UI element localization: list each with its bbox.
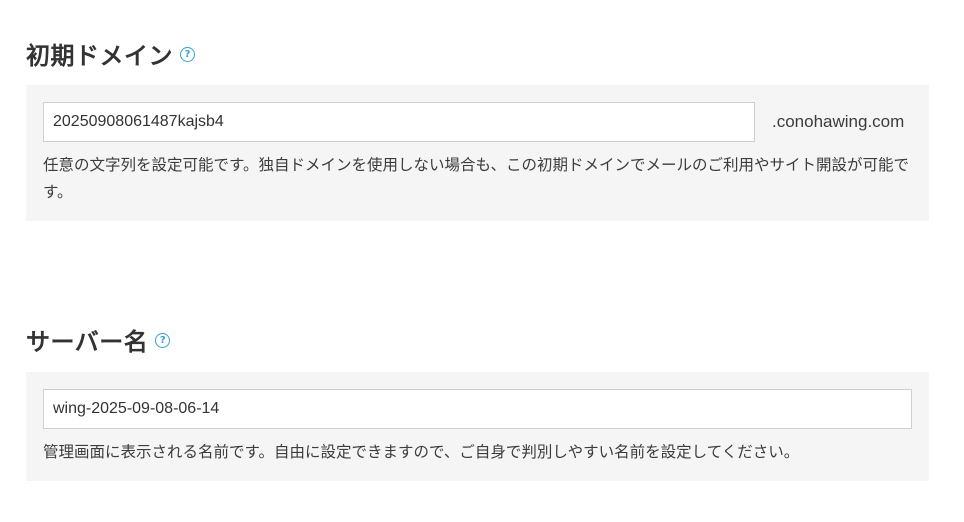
server-name-panel: 管理画面に表示される名前です。自由に設定できますので、ご自身で判別しやすい名前を… — [26, 372, 929, 481]
server-name-input[interactable] — [43, 389, 912, 429]
initial-domain-section: 初期ドメイン ? .conohawing.com 任意の文字列を設定可能です。独… — [26, 37, 929, 221]
server-name-title: サーバー名 — [26, 327, 149, 356]
question-circle-icon[interactable]: ? — [155, 333, 171, 348]
initial-domain-input-row: .conohawing.com — [43, 102, 912, 142]
question-circle-icon[interactable]: ? — [180, 47, 195, 62]
server-name-help-text: 管理画面に表示される名前です。自由に設定できますので、ご自身で判別しやすい名前を… — [43, 443, 800, 461]
initial-domain-input[interactable] — [43, 102, 755, 142]
server-name-section: サーバー名 ? 管理画面に表示される名前です。自由に設定できますので、ご自身で判… — [26, 323, 929, 481]
server-name-input-row — [43, 389, 912, 429]
initial-domain-help-text: 任意の文字列を設定可能です。独自ドメインを使用しない場合も、この初期ドメインでメ… — [43, 156, 909, 201]
server-name-header: サーバー名 ? — [26, 323, 929, 356]
initial-domain-panel: .conohawing.com 任意の文字列を設定可能です。独自ドメインを使用し… — [26, 85, 929, 221]
domain-suffix: .conohawing.com — [772, 112, 905, 131]
initial-domain-title: 初期ドメイン — [26, 41, 173, 70]
initial-domain-header: 初期ドメイン ? — [26, 37, 929, 70]
